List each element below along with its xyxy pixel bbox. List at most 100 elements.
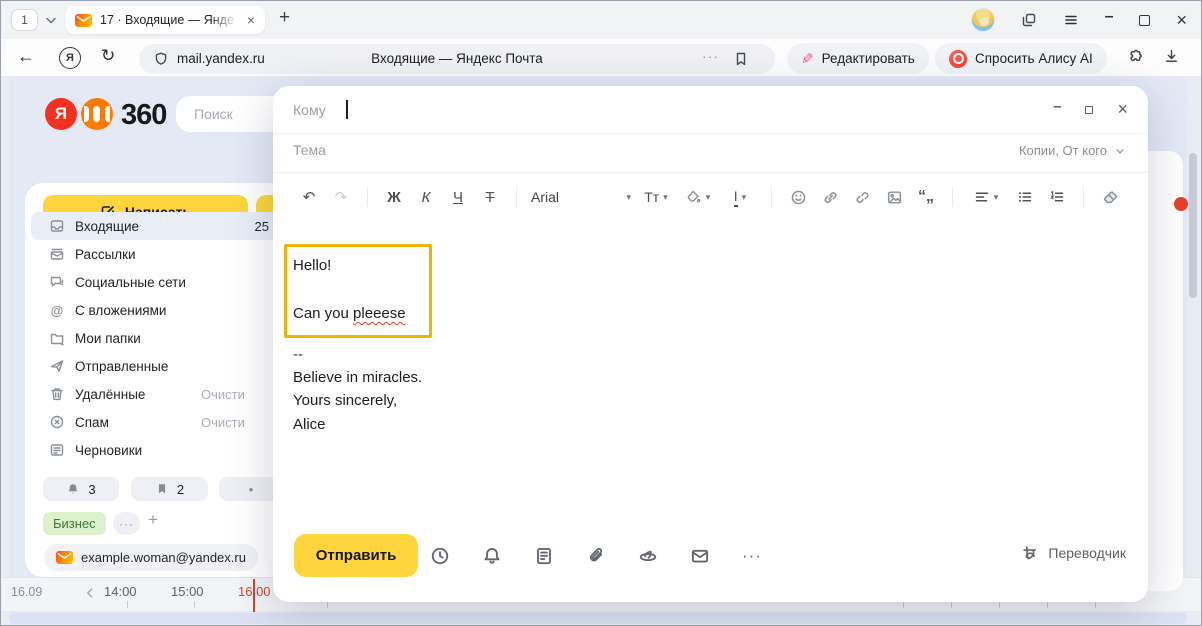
quote-button[interactable]: “„ bbox=[910, 188, 942, 206]
sidebar-item-social[interactable]: Социальные сети bbox=[31, 268, 283, 296]
logo-360-text: 360 bbox=[121, 99, 166, 132]
link-icon bbox=[822, 189, 839, 206]
eraser-icon bbox=[1102, 189, 1119, 206]
envelope-icon[interactable] bbox=[690, 546, 710, 566]
body-line-2[interactable]: Can you pleeese bbox=[293, 305, 406, 322]
text-color-dropdown[interactable]: I ▾ bbox=[719, 188, 761, 207]
clear-formatting-button[interactable] bbox=[1094, 189, 1126, 206]
sidebar-item-newsletters[interactable]: Рассылки bbox=[31, 240, 283, 268]
spam-icon bbox=[49, 414, 65, 430]
tab-bar: 1 17 · Входящие — Янде × + – × bbox=[1, 1, 1201, 39]
window-minimize-button[interactable]: – bbox=[1105, 9, 1114, 25]
magic-pencil-icon: ✎ bbox=[801, 50, 814, 68]
font-family-dropdown[interactable]: Arial ▾ bbox=[527, 189, 635, 205]
bookmarks-badge[interactable]: 2 bbox=[131, 477, 208, 501]
sidebar-item-my-folders[interactable]: Мои папки bbox=[31, 324, 283, 352]
window-close-button[interactable]: × bbox=[1176, 11, 1187, 29]
yandex-360-icon bbox=[81, 98, 113, 130]
sidebar-item-drafts[interactable]: Черновики bbox=[31, 436, 283, 464]
chevron-down-icon[interactable] bbox=[43, 12, 59, 28]
insert-link-button[interactable] bbox=[814, 189, 846, 206]
tags-more-button[interactable]: ··· bbox=[113, 512, 140, 535]
send-button[interactable]: Отправить bbox=[294, 534, 418, 577]
sidebar-item-sent[interactable]: Отправленные bbox=[31, 352, 283, 380]
browser-tab[interactable]: 17 · Входящие — Янде × bbox=[65, 6, 265, 34]
remove-link-button bbox=[846, 189, 878, 206]
address-bar[interactable]: mail.yandex.ru Входящие — Яндекс Почта ·… bbox=[139, 44, 775, 74]
cc-from-toggle[interactable]: Копии, От кого bbox=[1019, 143, 1126, 158]
account-email[interactable]: example.woman@yandex.ru bbox=[44, 544, 258, 571]
browser-window: 1 17 · Входящие — Янде × + – × ← Я ↻ mai… bbox=[0, 0, 1202, 626]
numbered-list-button[interactable] bbox=[1041, 189, 1073, 205]
sidebar-item-spam[interactable]: Спам Очисти bbox=[31, 408, 283, 436]
tab-close-icon[interactable]: × bbox=[247, 13, 255, 27]
insert-image-button[interactable] bbox=[878, 189, 910, 206]
signature-line: Believe in miracles. bbox=[293, 369, 422, 386]
attach-file-icon[interactable] bbox=[586, 546, 606, 566]
italic-button[interactable]: К bbox=[410, 189, 442, 206]
bullet-list-button[interactable] bbox=[1009, 189, 1041, 205]
font-size-dropdown[interactable]: Tт ▾ bbox=[635, 189, 677, 205]
page-title: Входящие — Яндекс Почта bbox=[139, 51, 775, 66]
bookmark-icon[interactable] bbox=[733, 51, 749, 67]
misspelled-word[interactable]: pleeese bbox=[353, 305, 406, 322]
schedule-send-icon[interactable] bbox=[430, 546, 450, 566]
more-options-icon[interactable]: ··· bbox=[742, 546, 762, 566]
signature-line: Yours sincerely, bbox=[293, 392, 397, 409]
compose-close-button[interactable]: × bbox=[1117, 99, 1128, 120]
bold-button[interactable]: Ж bbox=[378, 189, 410, 206]
yandex-disk-icon[interactable] bbox=[638, 546, 658, 566]
yandex-home-button[interactable]: Я bbox=[59, 47, 81, 69]
to-field[interactable]: Кому bbox=[293, 102, 326, 118]
profile-avatar[interactable] bbox=[971, 8, 995, 32]
highlight-color-dropdown[interactable]: ▾ bbox=[677, 189, 719, 205]
vertical-scrollbar[interactable] bbox=[1189, 153, 1197, 298]
chevron-left-icon[interactable] bbox=[83, 586, 97, 600]
translator-button[interactable]: Переводчик bbox=[1021, 544, 1126, 562]
align-dropdown[interactable]: ▾ bbox=[963, 189, 1009, 205]
subject-field[interactable]: Тема bbox=[293, 142, 326, 158]
translator-kana-icon bbox=[1021, 544, 1039, 562]
bookmark-filled-icon bbox=[155, 482, 169, 496]
emoji-button[interactable] bbox=[782, 189, 814, 206]
sidebar-item-inbox[interactable]: Входящие 25 bbox=[31, 212, 283, 240]
reload-button[interactable]: ↻ bbox=[101, 46, 115, 66]
tab-group-chip[interactable]: 1 bbox=[11, 9, 38, 31]
bell-icon bbox=[66, 482, 80, 496]
sidebar-item-trash[interactable]: Удалённые Очисти bbox=[31, 380, 283, 408]
add-tag-button[interactable]: + bbox=[148, 510, 158, 530]
edit-page-button[interactable]: ✎ Редактировать bbox=[787, 43, 929, 74]
yandex-logo[interactable]: Я bbox=[45, 98, 77, 130]
downloads-icon[interactable] bbox=[1163, 48, 1180, 65]
template-icon[interactable] bbox=[534, 546, 554, 566]
reminders-badge[interactable]: 3 bbox=[43, 477, 119, 501]
tag-business[interactable]: Бизнес bbox=[43, 512, 106, 535]
compose-maximize-button[interactable] bbox=[1085, 106, 1093, 114]
body-line-1[interactable]: Hello! bbox=[293, 257, 331, 274]
strikethrough-button[interactable]: Т bbox=[474, 189, 506, 206]
inbox-count: 25 bbox=[255, 219, 269, 234]
chevron-down-icon bbox=[1114, 145, 1126, 157]
notify-bell-icon[interactable] bbox=[482, 546, 502, 566]
signature-divider: -- bbox=[293, 346, 303, 363]
tabs-panel-icon[interactable] bbox=[1021, 12, 1037, 28]
folder-list: Входящие 25 Рассылки Социальные сети @ С… bbox=[31, 212, 283, 464]
numbered-list-icon bbox=[1049, 189, 1065, 205]
ask-alice-button[interactable]: Спросить Алису AI bbox=[935, 43, 1107, 74]
clear-spam-link[interactable]: Очисти bbox=[201, 415, 245, 430]
undo-button[interactable]: ↶ bbox=[293, 188, 325, 206]
sidebar-item-attachments[interactable]: @ С вложениями bbox=[31, 296, 283, 324]
compose-minimize-button[interactable]: – bbox=[1053, 98, 1061, 115]
newsletters-icon bbox=[49, 246, 65, 262]
timeline-time: 14:00 bbox=[104, 584, 137, 599]
horizontal-scrollbar[interactable] bbox=[9, 613, 1187, 624]
window-maximize-button[interactable] bbox=[1139, 15, 1150, 26]
address-more-icon[interactable]: ··· bbox=[702, 48, 719, 64]
underline-button[interactable]: Ч bbox=[442, 189, 474, 206]
alice-icon bbox=[949, 50, 967, 68]
new-tab-button[interactable]: + bbox=[279, 7, 290, 29]
back-button[interactable]: ← bbox=[17, 47, 35, 65]
menu-icon[interactable] bbox=[1063, 12, 1079, 28]
clear-trash-link[interactable]: Очисти bbox=[201, 387, 245, 402]
extensions-puzzle-icon[interactable] bbox=[1127, 48, 1144, 65]
